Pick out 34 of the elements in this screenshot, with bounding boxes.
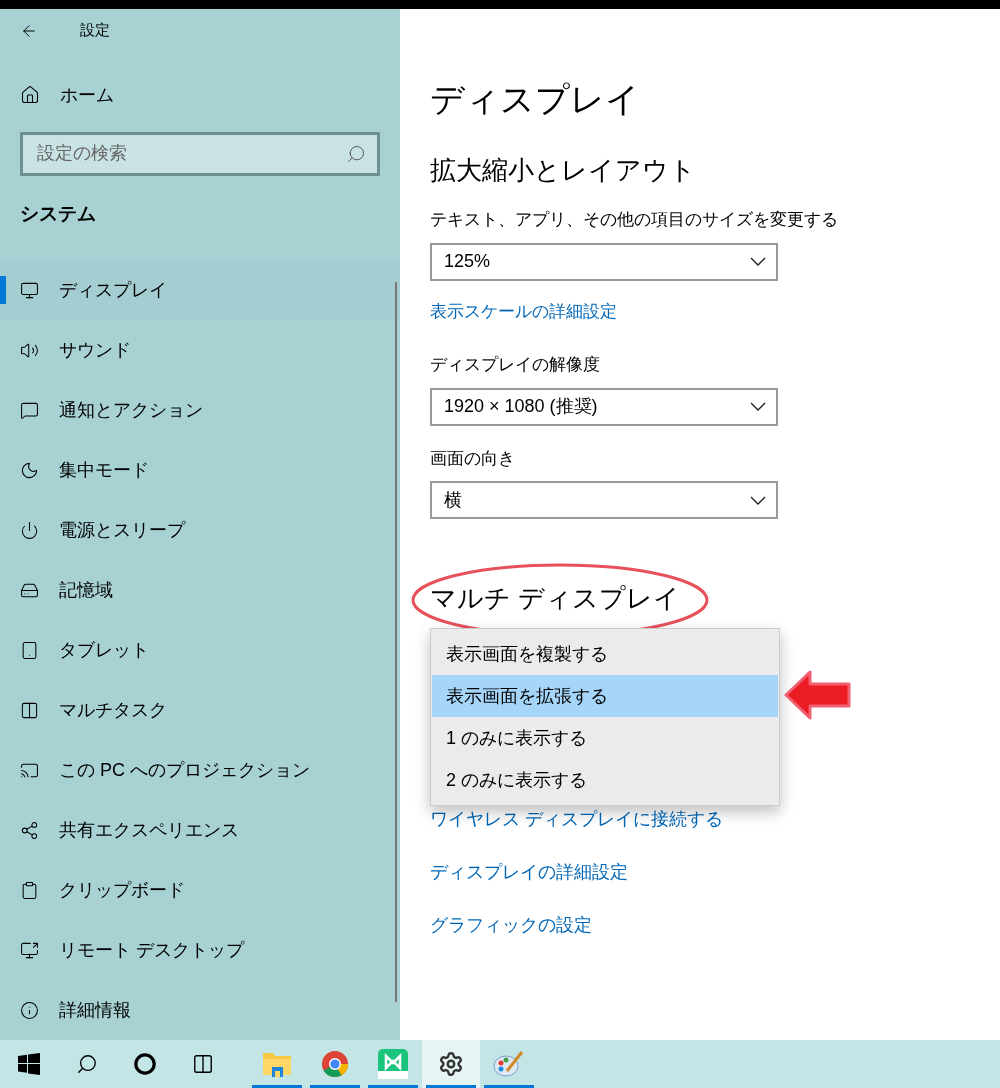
link[interactable]: グラフィックの設定 xyxy=(430,912,592,939)
link[interactable]: ディスプレイの詳細設定 xyxy=(430,859,628,886)
sidebar-item[interactable]: サウンド xyxy=(0,320,400,380)
field-label: 画面の向き xyxy=(430,447,516,470)
sidebar-item[interactable]: 集中モード xyxy=(0,440,400,500)
sidebar-item[interactable]: ディスプレイ xyxy=(0,260,400,320)
sidebar-item[interactable]: 詳細情報 xyxy=(0,980,400,1040)
sidebar-item[interactable]: 通知とアクション xyxy=(0,380,400,440)
field-label: テキスト、アプリ、その他の項目のサイズを変更する xyxy=(430,209,839,231)
sidebar-item[interactable]: 電源とスリープ xyxy=(0,500,400,560)
window-title: 設定 xyxy=(80,20,110,41)
dropdown[interactable]: 横 xyxy=(430,481,778,519)
menu-item[interactable]: 1 のみに表示する xyxy=(432,717,778,759)
page-title: ディスプレイ xyxy=(430,79,641,120)
sidebar-item[interactable]: リモート デスクトップ xyxy=(0,920,400,980)
link[interactable]: 表示スケールの詳細設定 xyxy=(430,298,1000,324)
menu-item[interactable]: 2 のみに表示する xyxy=(432,759,778,801)
sidebar-item[interactable]: マルチタスク xyxy=(0,680,400,740)
sidebar-item[interactable]: この PC へのプロジェクション xyxy=(0,740,400,800)
field-label: ディスプレイの解像度 xyxy=(430,354,601,376)
section-heading: 拡大縮小とレイアウト xyxy=(430,154,697,187)
sidebar-item[interactable]: 共有エクスペリエンス xyxy=(0,800,400,860)
sidebar-item[interactable]: 記憶域 xyxy=(0,560,400,620)
search-field[interactable]: 設定の検索 xyxy=(20,131,380,176)
home-link[interactable]: ホーム xyxy=(20,81,114,109)
dropdown[interactable]: 1920 × 1080 (推奨) xyxy=(430,387,778,426)
sidebar-item[interactable]: タブレット xyxy=(0,620,400,680)
sidebar-item[interactable]: クリップボード xyxy=(0,860,400,920)
section-heading: システム xyxy=(19,201,97,226)
menu-item[interactable]: 表示画面を複製する xyxy=(432,633,778,675)
menu-item[interactable]: 表示画面を拡張する xyxy=(432,675,778,717)
section-heading: マルチ ディスプレイ xyxy=(430,582,681,615)
link[interactable]: ワイヤレス ディスプレイに接続する xyxy=(430,806,723,833)
dropdown[interactable]: 125% xyxy=(430,242,778,281)
